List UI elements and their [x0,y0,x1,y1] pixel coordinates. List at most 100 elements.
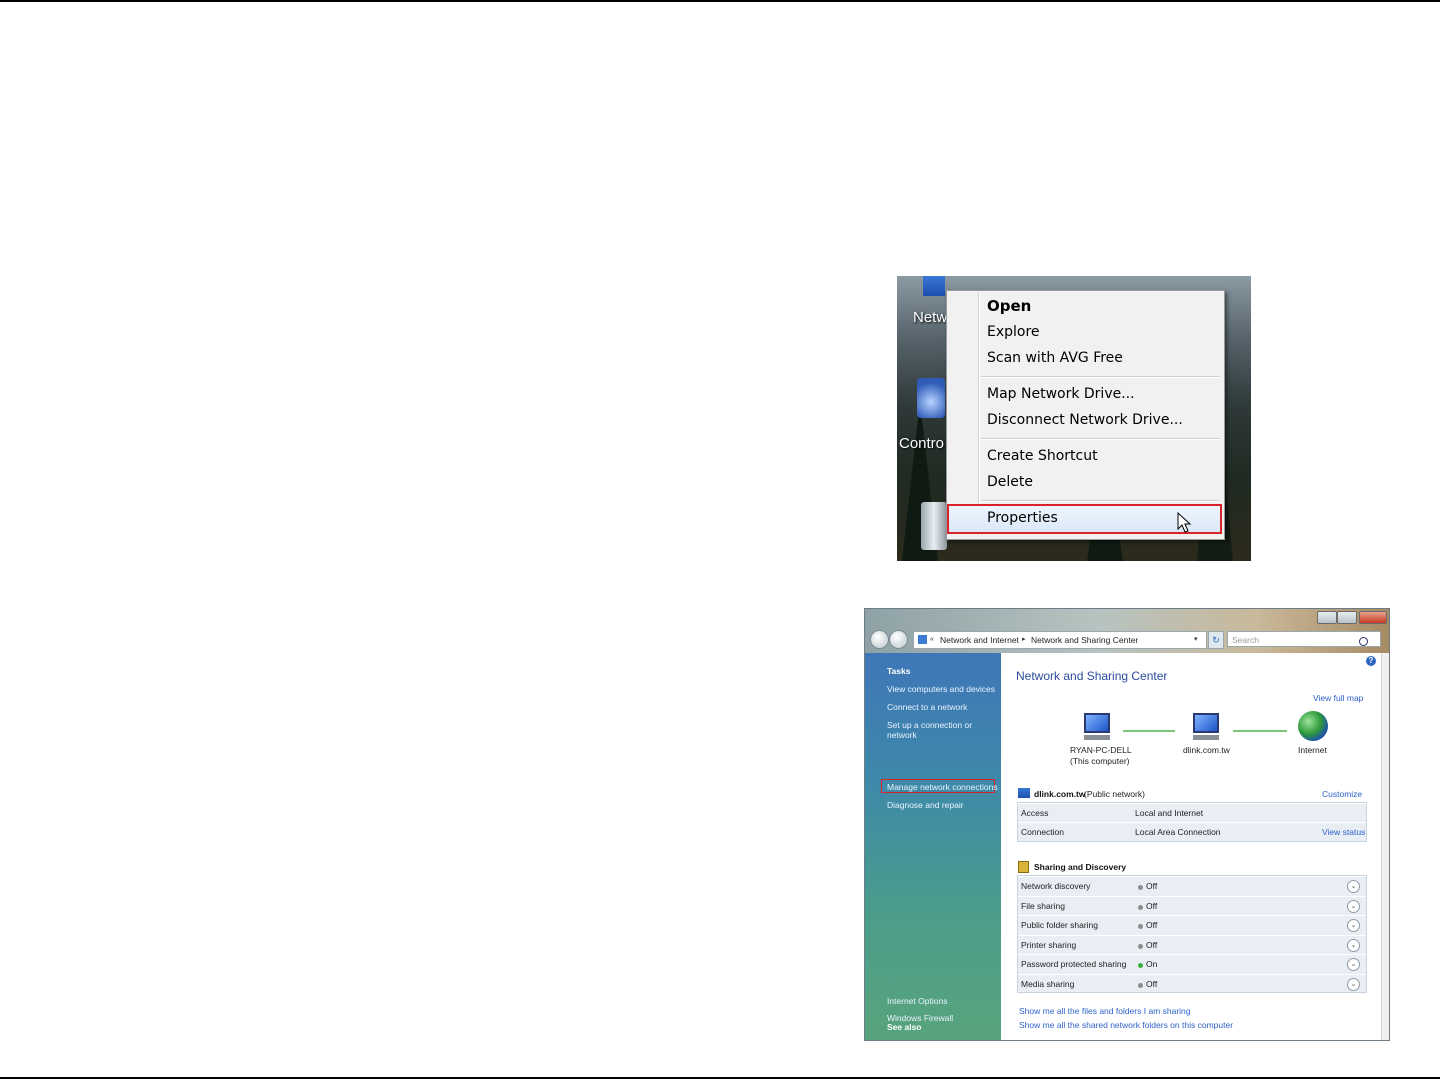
row-state: Off [1146,978,1158,989]
network-folder-icon [918,635,927,644]
expand-chevron-icon[interactable]: ⌄ [1347,919,1360,932]
sharing-heading: Sharing and Discovery [1034,862,1127,872]
refresh-icon[interactable]: ↻ [1208,631,1224,649]
desktop-label-control: Contro [899,435,945,452]
row-label: Password protected sharing [1021,959,1127,969]
row-label: File sharing [1021,900,1065,911]
status-dot [1138,885,1143,890]
connection-line [1233,730,1287,732]
menu-item-explore[interactable]: Explore [987,324,1040,340]
minimize-button[interactable] [1317,611,1337,624]
row-state: Off [1146,900,1158,911]
row-value: Local and Internet [1135,808,1204,818]
sharing-panel: Network discovery Off ⌄ File sharing Off ⌄ P… [1017,875,1367,993]
expand-chevron-icon[interactable]: ⌄ [1347,880,1360,893]
menu-item-disconnect-drive[interactable]: Disconnect Network Drive... [987,412,1183,428]
breadcrumb-sharing-center[interactable]: Network and Sharing Center [1031,632,1138,648]
map-network-name: dlink.com.tw [1183,745,1230,755]
menu-item-open[interactable]: Open [987,297,1031,315]
see-also-heading: See also [887,1022,922,1032]
sharing-row: Media sharing Off ⌄ [1018,973,1366,994]
sharing-row: Public folder sharing Off ⌄ [1018,915,1366,935]
breadcrumb-network-internet[interactable]: Network and Internet [940,632,1019,648]
network-icon [1193,713,1219,733]
forward-button[interactable] [889,630,908,649]
task-setup-connection[interactable]: Set up a connection or network [887,720,1001,740]
link-windows-firewall[interactable]: Windows Firewall [887,1013,953,1023]
row-state: Off [1146,939,1158,950]
show-shared-files-link[interactable]: Show me all the files and folders I am s… [1019,1006,1191,1016]
network-type: (Public network) [1084,789,1145,799]
expand-chevron-icon[interactable]: ⌄ [1347,938,1360,952]
network-sharing-center-window: « Network and Internet ▸ Network and Sha… [864,608,1390,1041]
table-row: Connection Local Area Connection View st… [1018,822,1366,842]
sharing-row: Printer sharing Off ⌄ [1018,934,1366,955]
menu-separator [981,438,1220,440]
task-manage-connections[interactable]: Manage network connections [887,782,998,792]
address-bar[interactable]: « Network and Internet ▸ Network and Sha… [913,631,1207,649]
status-dot [1138,963,1143,968]
sharing-row: File sharing Off ⌄ [1018,895,1366,916]
expand-chevron-icon[interactable]: ⌄ [1347,899,1360,913]
menu-separator [981,500,1220,502]
control-panel-icon[interactable] [917,378,945,418]
context-menu-screenshot: Netw Contro Open Explore Scan with AVG F… [897,276,1251,561]
status-dot [1138,982,1143,988]
network-name: dlink.com.tw [1034,789,1086,799]
status-dot [1138,904,1143,910]
expand-chevron-icon[interactable]: ⌄ [1347,958,1360,971]
maximize-button[interactable] [1337,611,1357,624]
map-computer-sub: (This computer) [1070,756,1130,766]
menu-item-map-drive[interactable]: Map Network Drive... [987,386,1135,402]
search-input[interactable]: Search [1227,631,1381,647]
expand-chevron-icon[interactable]: ⌄ [1347,977,1360,991]
dropdown-arrow-icon[interactable]: ▾ [1194,632,1198,648]
tasks-sidebar: Tasks View computers and devices Connect… [865,653,1001,1040]
computer-base-icon [1084,735,1110,740]
menu-item-scan-avg[interactable]: Scan with AVG Free [987,350,1123,366]
row-label: Network discovery [1021,881,1091,891]
sharing-row: Network discovery Off ⌄ [1018,876,1366,896]
network-icon[interactable] [923,276,945,296]
view-status-link[interactable]: View status [1322,827,1365,837]
row-state: Off [1146,920,1158,930]
link-internet-options[interactable]: Internet Options [887,996,947,1006]
status-dot [1138,943,1143,949]
task-view-computers[interactable]: View computers and devices [887,684,995,694]
status-dot [1138,924,1143,929]
page-title: Network and Sharing Center [1016,669,1168,683]
row-value: Local Area Connection [1135,827,1221,837]
mouse-cursor-icon [1177,512,1192,533]
row-state: Off [1146,881,1158,891]
tasks-heading: Tasks [887,666,911,676]
recycle-bin-icon[interactable] [921,502,947,550]
map-internet-label: Internet [1298,745,1327,755]
row-label: Printer sharing [1021,939,1077,950]
show-shared-folders-link[interactable]: Show me all the shared network folders o… [1019,1020,1233,1030]
close-button[interactable] [1359,611,1387,624]
sharing-folder-icon [1018,861,1029,873]
menu-separator [981,376,1220,378]
back-button[interactable] [870,630,889,649]
menu-gutter [978,293,980,537]
context-menu: Open Explore Scan with AVG Free Map Netw… [946,290,1225,540]
customize-link[interactable]: Customize [1322,789,1362,799]
task-diagnose-repair[interactable]: Diagnose and repair [887,800,964,810]
chevron-right-icon: ▸ [1022,636,1026,643]
menu-item-create-shortcut[interactable]: Create Shortcut [987,448,1098,464]
vertical-scrollbar[interactable] [1381,653,1389,1040]
menu-item-properties[interactable]: Properties [987,510,1058,526]
connection-line [1123,730,1175,732]
desktop-label-network: Netw [913,309,948,326]
menu-item-delete[interactable]: Delete [987,474,1033,490]
help-icon[interactable]: ? [1366,656,1376,666]
row-label: Media sharing [1021,978,1075,989]
row-label: Connection [1021,827,1065,837]
top-rule [0,0,1440,2]
computer-icon [1084,713,1110,733]
view-full-map-link[interactable]: View full map [1313,693,1363,703]
internet-globe-icon [1298,711,1328,741]
task-connect-network[interactable]: Connect to a network [887,702,967,712]
row-label: Public folder sharing [1021,920,1099,930]
row-label: Access [1021,808,1049,818]
